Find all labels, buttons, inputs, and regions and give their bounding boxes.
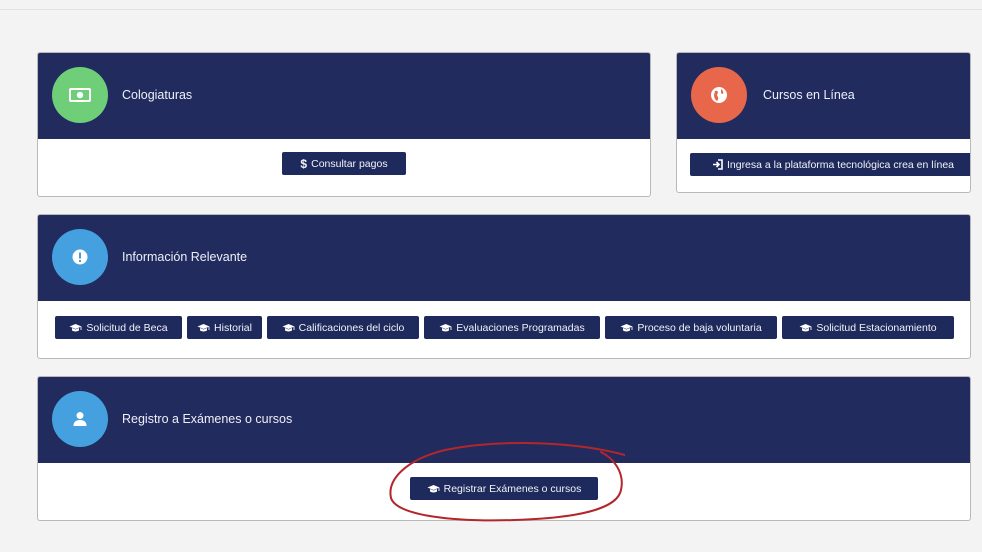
registro-card: Registro a Exámenes o cursos Registrar E…	[37, 376, 971, 521]
dollar-icon: $	[300, 156, 308, 171]
registro-title: Registro a Exámenes o cursos	[122, 412, 293, 426]
money-icon	[69, 88, 91, 102]
top-divider	[0, 9, 982, 10]
solicitud-beca-label: Solicitud de Beca	[86, 321, 168, 334]
informacion-icon-circle	[52, 229, 108, 285]
graduation-cap-icon	[439, 323, 452, 333]
evaluaciones-label: Evaluaciones Programadas	[456, 321, 585, 334]
calificaciones-button[interactable]: Calificaciones del ciclo	[267, 316, 419, 339]
sign-in-icon	[712, 159, 723, 170]
user-icon	[73, 412, 87, 426]
historial-label: Historial	[214, 321, 252, 334]
graduation-cap-icon	[427, 484, 440, 494]
cursos-title: Cursos en Línea	[763, 88, 855, 102]
consultar-pagos-button[interactable]: $ Consultar pagos	[282, 152, 406, 175]
solicitud-beca-button[interactable]: Solicitud de Beca	[55, 316, 182, 339]
colegiaturas-header: Cologiaturas	[38, 53, 650, 139]
plataforma-label: Ingresa a la plataforma tecnológica crea…	[726, 158, 955, 171]
registro-header: Registro a Exámenes o cursos	[38, 377, 970, 463]
registro-icon-circle	[52, 391, 108, 447]
baja-voluntaria-label: Proceso de baja voluntaria	[637, 321, 762, 334]
consultar-pagos-label: Consultar pagos	[311, 157, 388, 170]
graduation-cap-icon	[69, 323, 82, 333]
informacion-header: Información Relevante	[38, 215, 970, 301]
cursos-icon-circle	[691, 67, 747, 123]
informacion-card: Información Relevante Solicitud de Beca …	[37, 214, 971, 359]
graduation-cap-icon	[799, 323, 812, 333]
globe-icon	[711, 87, 727, 103]
colegiaturas-title: Cologiaturas	[122, 88, 193, 102]
colegiaturas-card: Cologiaturas $ Consultar pagos	[37, 52, 651, 197]
registrar-examenes-label: Registrar Exámenes o cursos	[443, 482, 582, 495]
colegiaturas-icon-circle	[52, 67, 108, 123]
plataforma-button[interactable]: Ingresa a la plataforma tecnológica crea…	[690, 153, 970, 176]
baja-voluntaria-button[interactable]: Proceso de baja voluntaria	[605, 316, 777, 339]
evaluaciones-button[interactable]: Evaluaciones Programadas	[424, 316, 600, 339]
graduation-cap-icon	[620, 323, 633, 333]
solicitud-estacionamiento-button[interactable]: Solicitud Estacionamiento	[782, 316, 954, 339]
informacion-title: Información Relevante	[122, 250, 248, 264]
graduation-cap-icon	[197, 323, 210, 333]
historial-button[interactable]: Historial	[187, 316, 262, 339]
registrar-examenes-button[interactable]: Registrar Exámenes o cursos	[410, 477, 598, 500]
cursos-header: Cursos en Línea	[677, 53, 970, 139]
solicitud-estacionamiento-label: Solicitud Estacionamiento	[816, 321, 937, 334]
graduation-cap-icon	[282, 323, 295, 333]
cursos-card: Cursos en Línea Ingresa a la plataforma …	[676, 52, 971, 193]
calificaciones-label: Calificaciones del ciclo	[298, 321, 405, 334]
exclamation-icon	[72, 249, 88, 265]
